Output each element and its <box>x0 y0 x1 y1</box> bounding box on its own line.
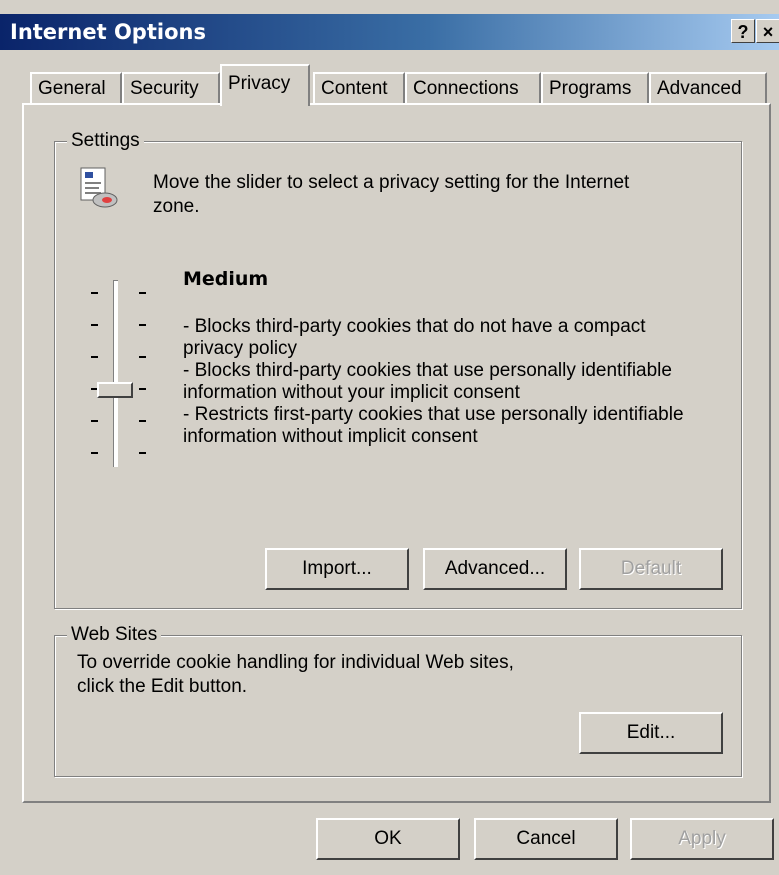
settings-legend: Settings <box>67 130 144 152</box>
privacy-tab-panel: Settings Move the slider to select a pri… <box>22 103 771 803</box>
slider-tick <box>139 292 146 294</box>
tab-security[interactable]: Security <box>122 72 220 104</box>
import-button[interactable]: Import... <box>265 548 409 590</box>
cancel-button[interactable]: Cancel <box>474 818 618 860</box>
slider-tick <box>91 452 98 454</box>
edit-button[interactable]: Edit... <box>579 712 723 754</box>
slider-tick <box>139 388 146 390</box>
internet-options-dialog: Internet Options ? × General Security Pr… <box>0 0 779 875</box>
slider-tick <box>91 420 98 422</box>
slider-tick <box>139 420 146 422</box>
slider-track <box>113 280 118 467</box>
description-line: information without implicit consent <box>183 426 478 447</box>
advanced-button[interactable]: Advanced... <box>423 548 567 590</box>
slider-tick <box>139 324 146 326</box>
slider-tick <box>91 292 98 294</box>
description-line: - Blocks third-party cookies that do not… <box>183 316 646 337</box>
help-button[interactable]: ? <box>731 19 755 43</box>
apply-button[interactable]: Apply <box>630 818 774 860</box>
privacy-level-title: Medium <box>183 268 269 290</box>
web-sites-legend: Web Sites <box>67 624 162 646</box>
slider-tick <box>139 452 146 454</box>
ok-button[interactable]: OK <box>316 818 460 860</box>
description-line: - Blocks third-party cookies that use pe… <box>183 360 672 381</box>
tab-privacy[interactable]: Privacy <box>220 64 310 106</box>
settings-group: Settings Move the slider to select a pri… <box>54 130 742 609</box>
slider-tick <box>91 356 98 358</box>
default-button[interactable]: Default <box>579 548 723 590</box>
web-sites-line-1: To override cookie handling for individu… <box>77 652 514 673</box>
tab-programs[interactable]: Programs <box>541 72 649 104</box>
slider-tick <box>91 324 98 326</box>
description-line: information without your implicit consen… <box>183 382 520 403</box>
tab-content[interactable]: Content <box>313 72 405 104</box>
close-button[interactable]: × <box>756 19 779 43</box>
web-sites-group: Web Sites To override cookie handling fo… <box>54 624 742 777</box>
tab-advanced[interactable]: Advanced <box>649 72 767 104</box>
instruction-line-2: zone. <box>153 196 200 217</box>
web-sites-line-2: click the Edit button. <box>77 676 248 697</box>
privacy-settings-icon <box>77 166 121 210</box>
slider-thumb[interactable] <box>97 382 133 398</box>
description-line: - Restricts first-party cookies that use… <box>183 404 684 425</box>
tab-connections[interactable]: Connections <box>405 72 541 104</box>
window-title: Internet Options <box>10 20 206 44</box>
tab-general[interactable]: General <box>30 72 122 104</box>
instruction-line-1: Move the slider to select a privacy sett… <box>153 172 630 193</box>
title-bar[interactable]: Internet Options ? × <box>0 14 779 50</box>
description-line: privacy policy <box>183 338 298 359</box>
privacy-slider[interactable] <box>85 276 155 476</box>
slider-tick <box>139 356 146 358</box>
